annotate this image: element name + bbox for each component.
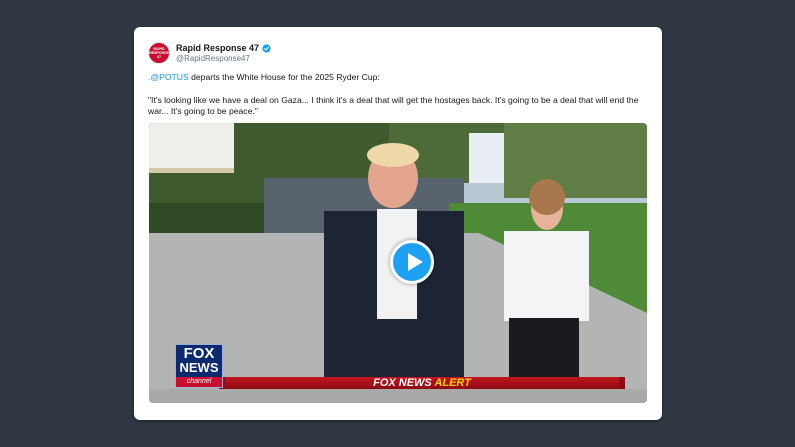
author-names: Rapid Response 47 @RapidResponse47	[176, 43, 271, 63]
name-row: Rapid Response 47	[176, 43, 271, 53]
tweet-text: .@POTUS departs the White House for the …	[148, 72, 648, 129]
tweet-card: RAPID RESPONSE 47 Rapid Response 47 @Rap…	[134, 27, 662, 420]
tweet-line-1-rest: departs the White House for the 2025 Ryd…	[188, 72, 380, 82]
alert-tag: ALERT	[434, 377, 471, 389]
avatar[interactable]: RAPID RESPONSE 47	[148, 42, 170, 64]
display-name[interactable]: Rapid Response 47	[176, 43, 259, 53]
fox-news-logo: FOX NEWS channel	[175, 344, 223, 388]
news-alert-bar: FOX NEWS ALERT	[225, 377, 619, 389]
handle[interactable]: @RapidResponse47	[176, 54, 271, 63]
logo-line-2: NEWS	[179, 360, 219, 375]
mention-link[interactable]: .@POTUS	[148, 72, 189, 82]
video-player[interactable]: FOX NEWS channel FOX NEWS ALERT	[149, 123, 647, 403]
tweet-line-1: .@POTUS departs the White House for the …	[148, 72, 648, 84]
alert-brand: FOX NEWS	[373, 377, 432, 389]
verified-badge-icon	[262, 43, 271, 53]
tweet-header: RAPID RESPONSE 47 Rapid Response 47 @Rap…	[148, 40, 271, 66]
logo-line-1: FOX	[183, 345, 215, 362]
play-button[interactable]	[390, 240, 434, 284]
tweet-quote: "It's looking like we have a deal on Gaz…	[148, 94, 639, 117]
logo-line-3: channel	[176, 377, 222, 387]
avatar-text: RAPID RESPONSE 47	[149, 47, 169, 59]
